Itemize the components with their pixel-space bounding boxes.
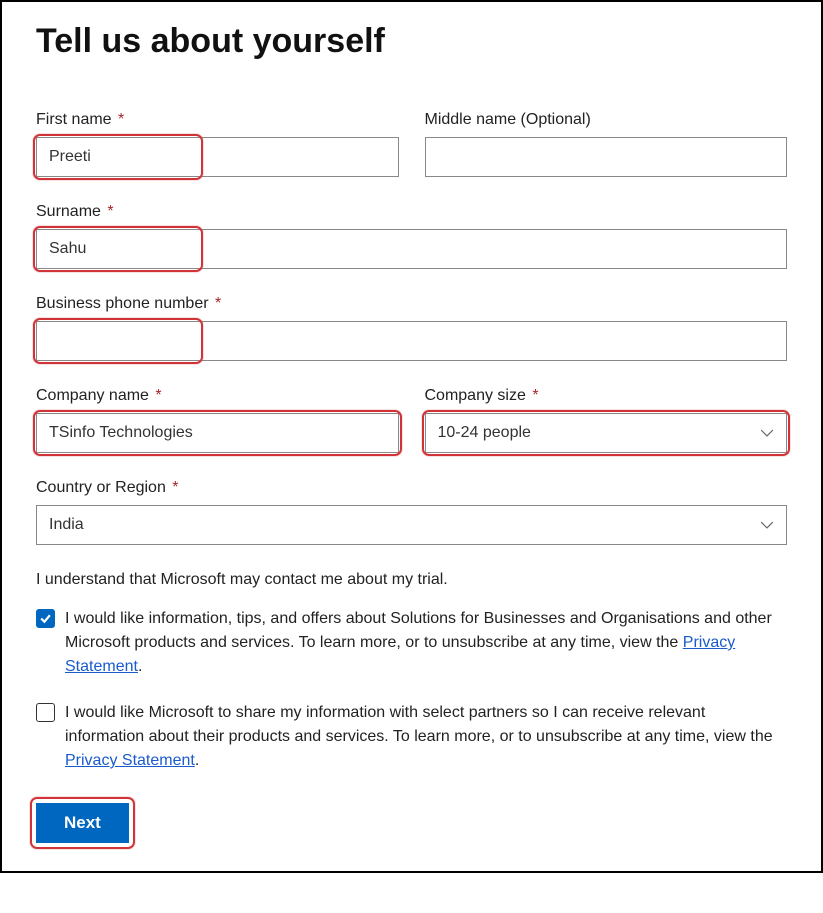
first-name-field[interactable] <box>36 137 399 177</box>
consent-intro: I understand that Microsoft may contact … <box>36 571 787 589</box>
info-offers-checkbox[interactable] <box>36 609 55 628</box>
surname-field[interactable] <box>36 229 787 269</box>
country-select[interactable]: India <box>36 505 787 545</box>
share-partners-checkbox[interactable] <box>36 703 55 722</box>
chevron-down-icon <box>760 426 774 440</box>
middle-name-field[interactable] <box>425 137 788 177</box>
chevron-down-icon <box>760 518 774 532</box>
company-size-value: 10-24 people <box>438 424 761 442</box>
next-button[interactable]: Next <box>36 803 129 843</box>
surname-label: Surname * <box>36 203 787 221</box>
company-name-field[interactable] <box>36 413 399 453</box>
signup-form: Tell us about yourself First name * Midd… <box>0 0 823 873</box>
country-value: India <box>49 516 760 534</box>
phone-label: Business phone number * <box>36 295 787 313</box>
company-size-select[interactable]: 10-24 people <box>425 413 788 453</box>
page-title: Tell us about yourself <box>36 22 787 61</box>
info-offers-label: I would like information, tips, and offe… <box>65 607 787 679</box>
company-name-label: Company name * <box>36 387 399 405</box>
country-label: Country or Region * <box>36 479 787 497</box>
company-size-label: Company size * <box>425 387 788 405</box>
share-partners-label: I would like Microsoft to share my infor… <box>65 701 787 773</box>
phone-field[interactable] <box>36 321 787 361</box>
middle-name-label: Middle name (Optional) <box>425 111 788 129</box>
privacy-link[interactable]: Privacy Statement <box>65 752 195 769</box>
first-name-label: First name * <box>36 111 399 129</box>
